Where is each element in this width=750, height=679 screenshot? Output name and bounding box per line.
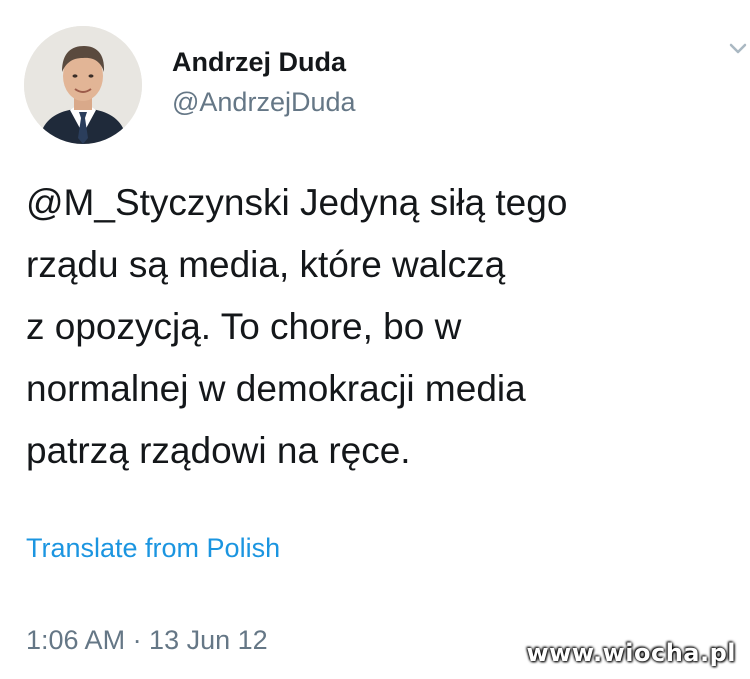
watermark: www.wiocha.pl	[526, 639, 736, 667]
tweet-text-line: z opozycją. To chore, bo w	[26, 306, 462, 347]
tweet-text-line: @M_Styczynski Jedyną siłą tego	[26, 182, 568, 223]
tweet-text-line: patrzą rządowi na ręce.	[26, 430, 411, 471]
chevron-down-icon[interactable]	[726, 36, 750, 60]
tweet-timestamp[interactable]: 1:06 AM · 13 Jun 12	[26, 622, 268, 658]
tweet-card: Andrzej Duda @AndrzejDuda @M_Styczynski …	[0, 0, 750, 679]
tweet-text-line: rządu są media, które walczą	[26, 244, 506, 285]
tweet-text: @M_Styczynski Jedyną siłą tego rządu są …	[26, 172, 736, 482]
user-names: Andrzej Duda @AndrzejDuda	[172, 44, 356, 120]
tweet-header: Andrzej Duda @AndrzejDuda	[24, 22, 750, 144]
avatar[interactable]	[24, 26, 142, 144]
translate-link[interactable]: Translate from Polish	[26, 530, 280, 566]
tweet-text-line: normalnej w demokracji media	[26, 368, 526, 409]
display-name[interactable]: Andrzej Duda	[172, 44, 356, 80]
user-handle[interactable]: @AndrzejDuda	[172, 84, 356, 120]
avatar-portrait	[24, 26, 142, 144]
